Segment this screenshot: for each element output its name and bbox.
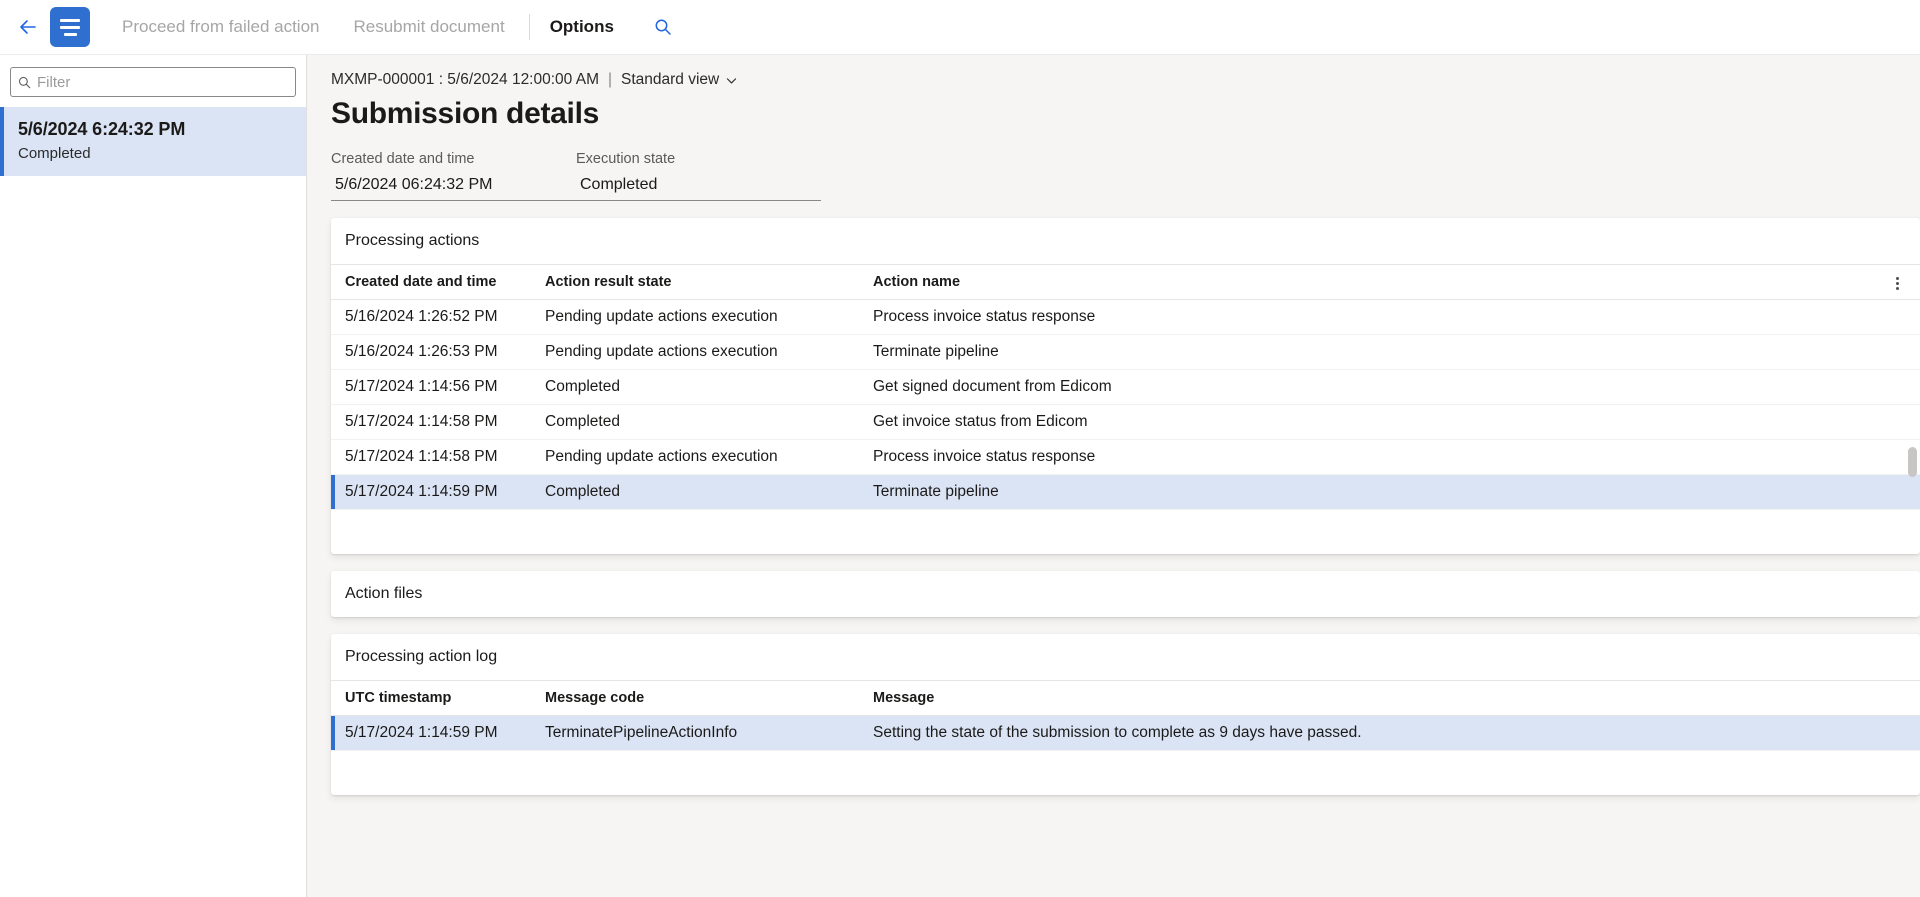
table-row[interactable]: 5/17/2024 1:14:56 PM Completed Get signe…	[331, 369, 1920, 405]
breadcrumb-separator: |	[607, 71, 613, 88]
created-date-field: Created date and time 5/6/2024 06:24:32 …	[331, 151, 576, 201]
cell-action-result-state: Completed	[531, 369, 859, 405]
cell-action-name: Get signed document from Edicom	[859, 369, 1920, 405]
command-bar: Proceed from failed action Resubmit docu…	[0, 0, 1920, 55]
more-options-icon[interactable]	[1888, 272, 1906, 294]
column-header-utc-timestamp[interactable]: UTC timestamp	[331, 680, 531, 716]
view-selector-label: Standard view	[621, 71, 720, 88]
cell-action-name: Process invoice status response	[859, 299, 1920, 335]
execution-state-field: Execution state Completed	[576, 151, 821, 201]
cell-action-result-state: Pending update actions execution	[531, 299, 859, 335]
filter-container	[0, 55, 306, 107]
created-date-label: Created date and time	[331, 151, 475, 167]
cell-utc-timestamp: 5/17/2024 1:14:59 PM	[331, 715, 531, 751]
action-files-header[interactable]: Action files	[331, 571, 1920, 617]
table-row-selected[interactable]: 5/17/2024 1:14:59 PM Completed Terminate…	[331, 474, 1920, 510]
processing-action-log-card: Processing action log UTC timestamp Mess…	[331, 634, 1920, 795]
summary-fields: Created date and time 5/6/2024 06:24:32 …	[307, 131, 1920, 201]
execution-state-label: Execution state	[576, 151, 676, 167]
hamburger-menu-icon[interactable]	[50, 7, 90, 47]
cell-action-result-state: Completed	[531, 404, 859, 440]
list-item-status: Completed	[18, 145, 91, 162]
processing-action-log-grid-wrapper: UTC timestamp Message code Message 5/17/…	[331, 680, 1920, 751]
cell-created-date: 5/17/2024 1:14:59 PM	[331, 474, 531, 510]
processing-actions-grid-wrapper: Created date and time Action result stat…	[331, 264, 1920, 510]
cell-created-date: 5/17/2024 1:14:56 PM	[331, 369, 531, 405]
processing-actions-card: Processing actions Created date and time…	[331, 218, 1920, 554]
list-item-title: 5/6/2024 6:24:32 PM	[18, 119, 186, 139]
cell-action-result-state: Completed	[531, 474, 859, 510]
record-identifier: MXMP-000001 : 5/6/2024 12:00:00 AM	[331, 71, 599, 88]
cell-action-name: Terminate pipeline	[859, 334, 1920, 370]
processing-action-log-header[interactable]: Processing action log	[331, 634, 1920, 680]
cell-action-name: Get invoice status from Edicom	[859, 404, 1920, 440]
column-header-action-name[interactable]: Action name	[859, 264, 1920, 300]
log-grid-footer-spacer	[331, 751, 1920, 795]
table-row[interactable]: 5/16/2024 1:26:52 PM Pending update acti…	[331, 299, 1920, 335]
command-bar-divider	[528, 14, 530, 40]
list-item[interactable]: 5/6/2024 6:24:32 PM Completed	[0, 107, 306, 176]
table-row[interactable]: 5/16/2024 1:26:53 PM Pending update acti…	[331, 334, 1920, 370]
processing-action-log-table: UTC timestamp Message code Message 5/17/…	[331, 680, 1920, 751]
options-tab[interactable]: Options	[540, 11, 624, 43]
search-icon	[11, 75, 37, 90]
cell-created-date: 5/17/2024 1:14:58 PM	[331, 439, 531, 475]
cell-message-code: TerminatePipelineActionInfo	[531, 715, 859, 751]
breadcrumb: MXMP-000001 : 5/6/2024 12:00:00 AM | Sta…	[307, 55, 1920, 89]
search-icon[interactable]	[646, 10, 680, 44]
column-header-created-date[interactable]: Created date and time	[331, 264, 531, 300]
cell-action-result-state: Pending update actions execution	[531, 334, 859, 370]
column-header-message[interactable]: Message	[859, 680, 1920, 716]
table-header-row: UTC timestamp Message code Message	[331, 680, 1920, 716]
column-header-action-result-state[interactable]: Action result state	[531, 264, 859, 300]
cell-action-result-state: Pending update actions execution	[531, 439, 859, 475]
submissions-list-pane: 5/6/2024 6:24:32 PM Completed	[0, 55, 307, 897]
resubmit-document-button[interactable]: Resubmit document	[344, 11, 515, 43]
vertical-scrollbar-thumb[interactable]	[1908, 447, 1917, 477]
main-content: MXMP-000001 : 5/6/2024 12:00:00 AM | Sta…	[307, 55, 1920, 897]
column-header-message-code[interactable]: Message code	[531, 680, 859, 716]
processing-actions-header[interactable]: Processing actions	[331, 218, 1920, 264]
cell-created-date: 5/16/2024 1:26:53 PM	[331, 334, 531, 370]
cell-created-date: 5/17/2024 1:14:58 PM	[331, 404, 531, 440]
cell-action-name: Process invoice status response	[859, 439, 1920, 475]
chevron-down-icon	[727, 77, 737, 84]
table-row[interactable]: 5/17/2024 1:14:58 PM Completed Get invoi…	[331, 404, 1920, 440]
filter-input[interactable]	[37, 68, 295, 96]
proceed-from-failed-action-button[interactable]: Proceed from failed action	[112, 11, 330, 43]
execution-state-value[interactable]: Completed	[576, 172, 821, 201]
table-row[interactable]: 5/17/2024 1:14:58 PM Pending update acti…	[331, 439, 1920, 475]
page-title: Submission details	[331, 97, 599, 130]
cell-message: Setting the state of the submission to c…	[859, 715, 1920, 751]
action-files-card: Action files	[331, 571, 1920, 617]
processing-actions-table: Created date and time Action result stat…	[331, 264, 1920, 510]
grid-footer-spacer	[331, 510, 1920, 554]
table-header-row: Created date and time Action result stat…	[331, 264, 1920, 300]
table-row-selected[interactable]: 5/17/2024 1:14:59 PM TerminatePipelineAc…	[331, 715, 1920, 751]
cell-action-name: Terminate pipeline	[859, 474, 1920, 510]
view-selector[interactable]: Standard view	[621, 71, 738, 89]
back-arrow-icon[interactable]	[8, 7, 48, 47]
cell-created-date: 5/16/2024 1:26:52 PM	[331, 299, 531, 335]
created-date-value[interactable]: 5/6/2024 06:24:32 PM	[331, 172, 576, 201]
filter-box[interactable]	[10, 67, 296, 97]
